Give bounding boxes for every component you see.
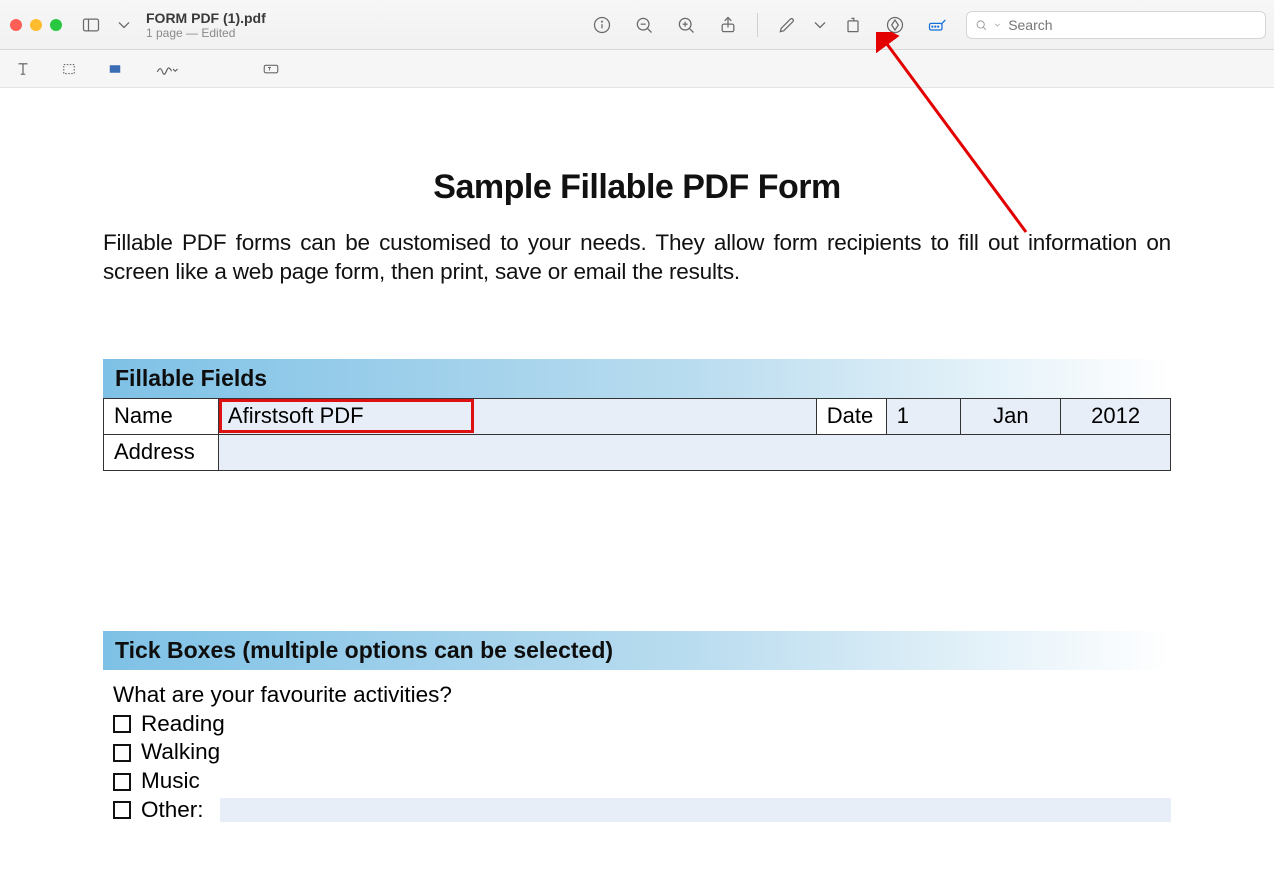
document-subtitle: 1 page — Edited: [146, 26, 266, 40]
toolbar-divider: [757, 13, 758, 37]
signature-tool[interactable]: [144, 55, 190, 83]
address-label: Address: [104, 434, 219, 470]
close-window-button[interactable]: [10, 19, 22, 31]
checkbox-other[interactable]: [113, 801, 131, 819]
section-fillable-fields-header: Fillable Fields: [103, 359, 1171, 398]
text-selection-tool[interactable]: [6, 55, 40, 83]
main-toolbar: FORM PDF (1).pdf 1 page — Edited: [0, 0, 1274, 50]
search-field[interactable]: [966, 11, 1266, 39]
checkbox-music[interactable]: [113, 773, 131, 791]
minimize-window-button[interactable]: [30, 19, 42, 31]
name-label: Name: [104, 398, 219, 434]
highlight-button[interactable]: [876, 8, 914, 42]
other-text-input[interactable]: [220, 798, 1171, 822]
date-year-input[interactable]: 2012: [1061, 398, 1171, 434]
title-block: FORM PDF (1).pdf 1 page — Edited: [146, 10, 266, 40]
form-fill-button[interactable]: [918, 8, 956, 42]
info-button[interactable]: [583, 8, 621, 42]
activities-question: What are your favourite activities?: [103, 682, 1171, 708]
section-tick-boxes-header: Tick Boxes (multiple options can be sele…: [103, 631, 1171, 670]
rectangular-selection-tool[interactable]: [52, 55, 86, 83]
fullscreen-window-button[interactable]: [50, 19, 62, 31]
date-month-input[interactable]: Jan: [961, 398, 1061, 434]
table-row: Address: [104, 434, 1171, 470]
address-input[interactable]: [218, 434, 1170, 470]
date-label: Date: [816, 398, 886, 434]
document-page: Sample Fillable PDF Form Fillable PDF fo…: [0, 88, 1274, 865]
option-label: Reading: [141, 710, 225, 739]
option-label: Music: [141, 767, 200, 796]
chevron-down-icon: [993, 20, 1002, 30]
window-controls: [8, 19, 68, 31]
list-item: Music: [113, 767, 1171, 796]
share-button[interactable]: [709, 8, 747, 42]
date-day-input[interactable]: 1: [886, 398, 961, 434]
zoom-in-button[interactable]: [667, 8, 705, 42]
sidebar-menu-chevron[interactable]: [114, 8, 134, 42]
intro-paragraph: Fillable PDF forms can be customised to …: [103, 229, 1171, 287]
option-label: Walking: [141, 738, 220, 767]
document-title: FORM PDF (1).pdf: [146, 10, 266, 26]
markup-toolbar: [0, 50, 1274, 88]
list-item: Reading: [113, 710, 1171, 739]
checkbox-walking[interactable]: [113, 744, 131, 762]
table-row: Name Afirstsoft PDF Date 1 Jan 2012: [104, 398, 1171, 434]
name-input[interactable]: Afirstsoft PDF: [219, 399, 474, 433]
markup-button[interactable]: [768, 8, 806, 42]
form-text-tool[interactable]: [254, 55, 288, 83]
search-icon: [975, 18, 987, 32]
redact-tool[interactable]: [98, 55, 132, 83]
search-input[interactable]: [1008, 17, 1257, 33]
rotate-button[interactable]: [834, 8, 872, 42]
markup-menu-chevron[interactable]: [810, 8, 830, 42]
sidebar-toggle-button[interactable]: [72, 8, 110, 42]
list-item: Other:: [113, 796, 1171, 825]
option-label: Other:: [141, 796, 204, 825]
zoom-out-button[interactable]: [625, 8, 663, 42]
fillable-fields-table: Name Afirstsoft PDF Date 1 Jan 2012 Addr…: [103, 398, 1171, 471]
name-cell: Afirstsoft PDF: [218, 398, 816, 434]
list-item: Walking: [113, 738, 1171, 767]
checkbox-reading[interactable]: [113, 715, 131, 733]
page-title: Sample Fillable PDF Form: [103, 168, 1171, 207]
activities-options: Reading Walking Music Other:: [103, 710, 1171, 825]
